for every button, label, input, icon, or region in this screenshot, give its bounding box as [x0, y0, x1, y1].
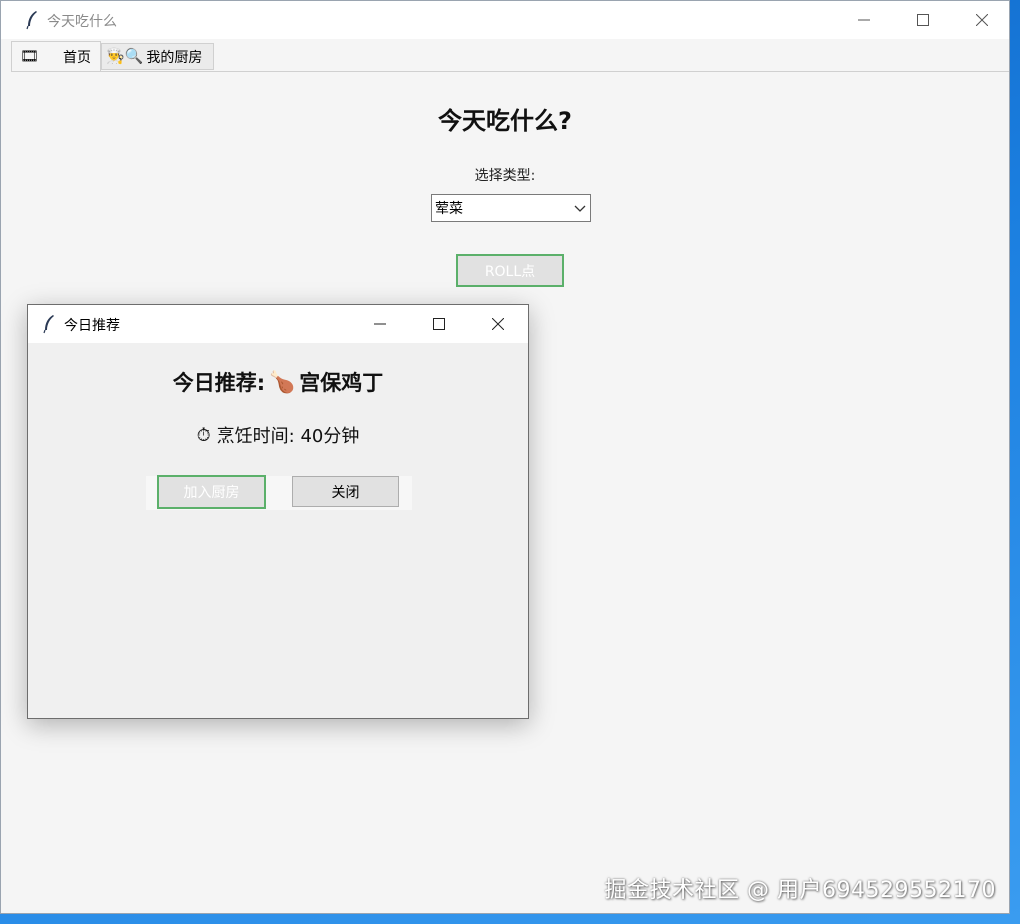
dialog-maximize-button[interactable] [410, 305, 468, 343]
feather-icon [26, 11, 37, 30]
drumstick-icon: 🍗 [269, 369, 296, 394]
recommendation-title: 今日推荐: 🍗 宫保鸡丁 [28, 367, 528, 397]
dialog-minimize-button[interactable] [351, 305, 409, 343]
chef-search-icon: 👨‍🍳🔍 [106, 47, 144, 65]
tab-bar: 🎞 首页 👨‍🍳🔍 我的厨房 [11, 39, 1009, 72]
minimize-icon [374, 323, 386, 325]
watermark: 掘金技术社区 @ 用户694529552170 [604, 878, 996, 903]
tab-home-label: 首页 [63, 49, 92, 66]
film-icon: 🎞 [20, 47, 40, 65]
tab-home[interactable]: 🎞 首页 [11, 41, 101, 71]
maximize-button[interactable] [894, 1, 952, 39]
close-icon [492, 318, 504, 330]
close-icon [976, 14, 988, 26]
recommend-dialog: 今日推荐 今日推荐: 🍗 宫保鸡丁 ⏱ 烹饪时间: 40分钟 加入厨房 关闭 [27, 304, 529, 719]
chevron-down-icon [574, 205, 586, 212]
cook-time-text: 烹饪时间: 40分钟 [216, 426, 360, 447]
maximize-icon [433, 318, 445, 330]
dialog-title: 今日推荐 [64, 318, 120, 334]
roll-button[interactable]: ROLL点 [456, 254, 564, 287]
type-select-value: 荤菜 [435, 201, 463, 217]
dialog-title-bar: 今日推荐 [28, 305, 528, 343]
stopwatch-icon: ⏱ [196, 424, 211, 446]
type-select[interactable]: 荤菜 [431, 194, 591, 222]
title-bar: 今天吃什么 [1, 1, 1009, 39]
close-window-button[interactable] [953, 1, 1011, 39]
dialog-close-window-button[interactable] [469, 305, 527, 343]
page-title: 今天吃什么? [438, 107, 572, 135]
tab-my-kitchen-label: 我的厨房 [146, 49, 203, 66]
maximize-icon [917, 14, 929, 26]
minimize-button[interactable] [835, 1, 893, 39]
type-label: 选择类型: [474, 168, 536, 184]
feather-icon [43, 315, 54, 334]
minimize-icon [858, 19, 870, 21]
close-button[interactable]: 关闭 [292, 476, 399, 507]
cook-time: ⏱ 烹饪时间: 40分钟 [28, 422, 528, 448]
add-to-kitchen-button[interactable]: 加入厨房 [157, 475, 266, 509]
recommendation-prefix: 今日推荐: [172, 371, 266, 395]
window-title: 今天吃什么 [47, 14, 117, 30]
dish-name: 宫保鸡丁 [299, 371, 384, 395]
tab-my-kitchen[interactable]: 👨‍🍳🔍 我的厨房 [101, 43, 214, 70]
